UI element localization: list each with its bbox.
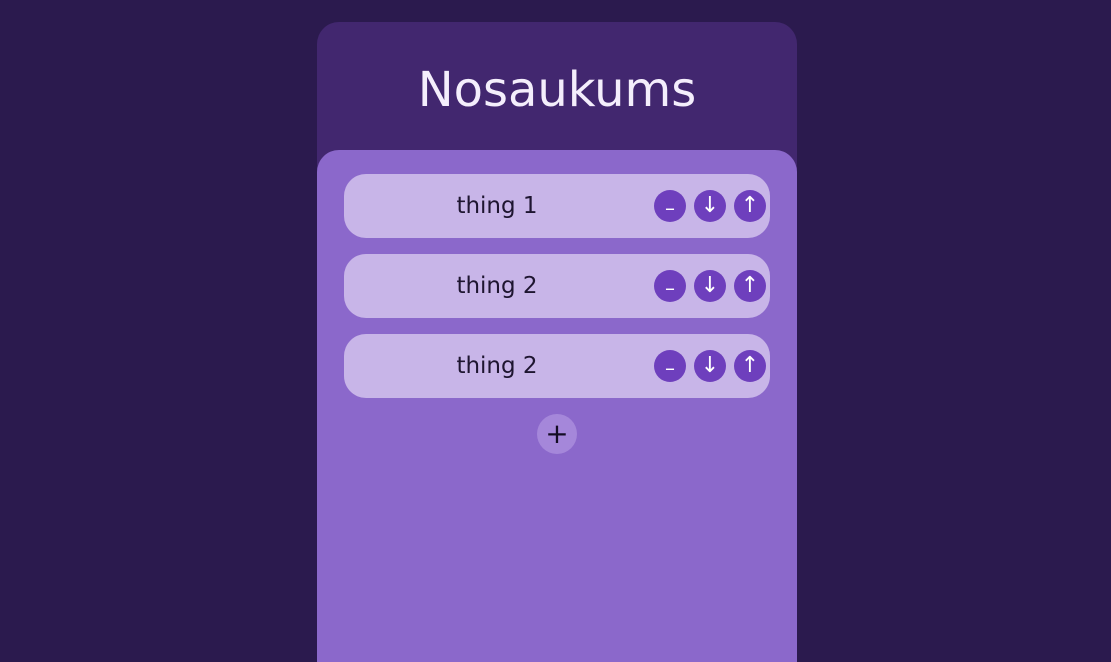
item-list: thing 1 – ↓ ↑ thing 2 – ↓ ↑ thing 2 – ↓ … <box>344 174 770 414</box>
move-down-button[interactable]: ↓ <box>694 190 726 222</box>
list-panel: thing 1 – ↓ ↑ thing 2 – ↓ ↑ thing 2 – ↓ … <box>317 150 797 662</box>
item-actions: – ↓ ↑ <box>654 270 766 302</box>
remove-item-button[interactable]: – <box>654 270 686 302</box>
arrow-down-icon: ↓ <box>700 193 720 218</box>
remove-item-button[interactable]: – <box>654 190 686 222</box>
item-label: thing 2 <box>456 273 538 299</box>
item-actions: – ↓ ↑ <box>654 190 766 222</box>
minus-icon: – <box>665 276 675 300</box>
minus-icon: – <box>665 356 675 380</box>
move-up-button[interactable]: ↑ <box>734 350 766 382</box>
item-label: thing 2 <box>456 353 538 379</box>
move-down-button[interactable]: ↓ <box>694 350 726 382</box>
move-up-button[interactable]: ↑ <box>734 270 766 302</box>
move-down-button[interactable]: ↓ <box>694 270 726 302</box>
arrow-up-icon: ↑ <box>740 353 760 378</box>
list-card: Nosaukums thing 1 – ↓ ↑ thing 2 – ↓ ↑ th… <box>317 22 797 662</box>
plus-icon: + <box>545 417 569 450</box>
minus-icon: – <box>665 196 675 220</box>
add-item-button[interactable]: + <box>537 414 577 454</box>
list-item: thing 1 – ↓ ↑ <box>344 174 770 238</box>
arrow-up-icon: ↑ <box>740 273 760 298</box>
item-actions: – ↓ ↑ <box>654 350 766 382</box>
arrow-up-icon: ↑ <box>740 193 760 218</box>
page-title: Nosaukums <box>417 62 697 118</box>
list-item: thing 2 – ↓ ↑ <box>344 334 770 398</box>
item-label: thing 1 <box>456 193 538 219</box>
arrow-down-icon: ↓ <box>700 273 720 298</box>
arrow-down-icon: ↓ <box>700 353 720 378</box>
move-up-button[interactable]: ↑ <box>734 190 766 222</box>
list-item: thing 2 – ↓ ↑ <box>344 254 770 318</box>
remove-item-button[interactable]: – <box>654 350 686 382</box>
